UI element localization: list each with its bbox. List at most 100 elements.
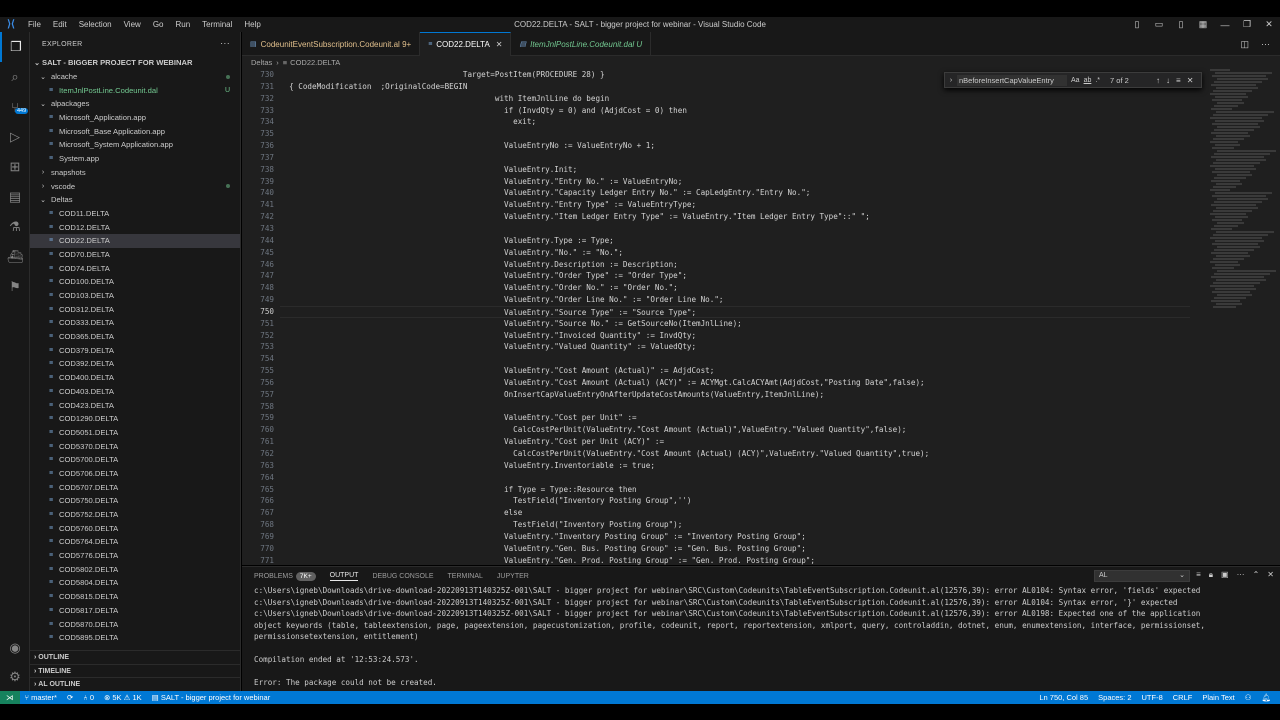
close-window-icon[interactable]: ✕ [1258, 19, 1280, 30]
breadcrumb-item[interactable]: COD22.DELTA [290, 58, 340, 67]
code-line[interactable] [280, 152, 1190, 164]
lock-scroll-icon[interactable]: 🔒︎ [1209, 570, 1213, 580]
output-channel-select[interactable]: AL ⌄ [1094, 570, 1190, 582]
minimap[interactable] [1210, 69, 1276, 565]
section-outline[interactable]: › OUTLINE [30, 650, 240, 664]
code-lines[interactable]: Target=PostItem(PROCEDURE 28) } { CodeMo… [280, 69, 1190, 565]
remote-explorer-icon[interactable]: ▤ [0, 182, 30, 212]
tree-file[interactable]: ≡ COD11.DELTA [30, 207, 240, 221]
tree-file[interactable]: ≡ COD392.DELTA [30, 357, 240, 371]
tree-folder[interactable]: ⌄ alpackages [30, 97, 240, 111]
tree-file[interactable]: ≡ Microsoft_System Application.app [30, 138, 240, 152]
menu-selection[interactable]: Selection [73, 20, 118, 29]
tree-file[interactable]: ≡ COD5817.DELTA [30, 604, 240, 618]
more-actions-icon[interactable]: ··· [220, 38, 230, 48]
maximize-panel-icon[interactable]: ⌃ [1253, 570, 1260, 580]
menu-help[interactable]: Help [238, 20, 266, 29]
code-line[interactable]: ValueEntry."Cost per Unit (ACY)" := [280, 436, 1190, 448]
toggle-panel-icon[interactable]: ▭ [1148, 19, 1170, 30]
tree-file[interactable]: ≡ COD5804.DELTA [30, 576, 240, 590]
toggle-replace-icon[interactable]: › [945, 77, 957, 84]
menu-terminal[interactable]: Terminal [196, 20, 238, 29]
more-actions-icon[interactable]: ··· [1261, 39, 1270, 49]
tree-file[interactable]: ≡ COD5764.DELTA [30, 535, 240, 549]
source-control-icon[interactable]: ⑂ 449 [0, 92, 30, 122]
close-find-icon[interactable]: ✕ [1187, 76, 1194, 85]
code-line[interactable] [280, 472, 1190, 484]
pull-request-indicator[interactable]: ⑃ 0 [78, 693, 99, 702]
project-root[interactable]: ⌄ SALT - BIGGER PROJECT FOR WEBINAR [30, 56, 240, 70]
code-line[interactable]: CalcCostPerUnit(ValueEntry."Cost Amount … [280, 424, 1190, 436]
tab-itemjnlpostline[interactable]: ▤ ItemJnlPostLine.Codeunit.dal U [511, 32, 652, 56]
code-line[interactable]: ValueEntry."Invoiced Quantity" := InvdQt… [280, 330, 1190, 342]
tree-file[interactable]: ≡ COD333.DELTA [30, 316, 240, 330]
tree-file[interactable]: ≡ COD5760.DELTA [30, 521, 240, 535]
clear-output-icon[interactable]: ≡ [1196, 570, 1201, 580]
code-line[interactable] [280, 223, 1190, 235]
branch-indicator[interactable]: ⑂ master* [20, 693, 62, 702]
project-indicator[interactable]: ▤ SALT - bigger project for webinar [147, 693, 276, 702]
code-line[interactable]: ValueEntry.Init; [280, 164, 1190, 176]
section-timeline[interactable]: › TIMELINE [30, 663, 240, 678]
code-line[interactable]: TestField("Inventory Posting Group"); [280, 519, 1190, 531]
tree-file[interactable]: ≡ COD5370.DELTA [30, 439, 240, 453]
menu-run[interactable]: Run [169, 20, 196, 29]
code-line[interactable]: ValueEntry.Inventoriable := true; [280, 460, 1190, 472]
tree-file[interactable]: ≡ COD12.DELTA [30, 220, 240, 234]
run-debug-icon[interactable]: ▷ [0, 122, 30, 152]
manage-gear-icon[interactable]: ⚙ [0, 662, 30, 692]
code-line[interactable] [280, 128, 1190, 140]
tab-cod22-delta[interactable]: ≡ COD22.DELTA ✕ [420, 32, 512, 56]
code-line[interactable]: ValueEntryNo := ValueEntryNo + 1; [280, 140, 1190, 152]
code-line[interactable] [280, 401, 1190, 413]
tree-folder[interactable]: › vscode [30, 179, 240, 193]
code-line[interactable]: ValueEntry."Entry No." := ValueEntryNo; [280, 176, 1190, 188]
restore-icon[interactable]: ❐ [1236, 19, 1258, 30]
tree-file[interactable]: ≡ System.app [30, 152, 240, 166]
section-al-outline[interactable]: › AL OUTLINE [30, 677, 240, 691]
tree-file[interactable]: ≡ COD5707.DELTA [30, 480, 240, 494]
tree-file[interactable]: ≡ COD5802.DELTA [30, 562, 240, 576]
code-line[interactable]: ValueEntry.Description := Description; [280, 259, 1190, 271]
code-line[interactable]: ValueEntry."No." := "No."; [280, 247, 1190, 259]
tree-file[interactable]: ≡ COD100.DELTA [30, 275, 240, 289]
extensions-icon[interactable]: ⊞ [0, 152, 30, 182]
code-line[interactable]: ValueEntry."Order No." := "Order No."; [280, 282, 1190, 294]
tree-file[interactable]: ≡ COD365.DELTA [30, 330, 240, 344]
code-line[interactable]: else [280, 507, 1190, 519]
search-icon[interactable]: ⌕ [0, 62, 30, 92]
panel-tab-debug-console[interactable]: DEBUG CONSOLE [372, 573, 433, 580]
breadcrumb-item[interactable]: Deltas [251, 58, 272, 67]
cursor-position[interactable]: Ln 750, Col 85 [1034, 693, 1093, 702]
code-line[interactable]: ValueEntry.Type := Type; [280, 235, 1190, 247]
copilot-icon[interactable]: ⚇ [1240, 693, 1257, 702]
sync-icon[interactable]: ⟳ [62, 693, 78, 702]
code-line[interactable]: ValueEntry."Gen. Prod. Posting Group" :=… [280, 555, 1190, 565]
tree-file[interactable]: ≡ COD312.DELTA [30, 302, 240, 316]
code-line[interactable]: ValueEntry."Item Ledger Entry Type" := V… [280, 211, 1190, 223]
next-match-icon[interactable]: ↓ [1166, 76, 1170, 85]
tree-file[interactable]: ≡ Microsoft_Base Application.app [30, 124, 240, 138]
tree-folder[interactable]: ⌄ Deltas [30, 193, 240, 207]
code-line[interactable]: ValueEntry."Order Type" := "Order Type"; [280, 270, 1190, 282]
docker-icon[interactable]: ⛴ [0, 242, 30, 272]
code-line[interactable]: CalcCostPerUnit(ValueEntry."Cost Amount … [280, 448, 1190, 460]
customize-layout-icon[interactable]: ▦ [1192, 19, 1214, 30]
code-line[interactable]: ValueEntry."Inventory Posting Group" := … [280, 531, 1190, 543]
explorer-icon[interactable]: ❐ [0, 32, 30, 62]
code-line[interactable]: with ItemJnlLine do begin [280, 93, 1190, 105]
accounts-icon[interactable]: ◉ [0, 633, 30, 663]
problems-indicator[interactable]: ⊗ 5K ⚠ 1K [99, 693, 147, 702]
code-line[interactable]: ValueEntry."Entry Type" := ValueEntryTyp… [280, 199, 1190, 211]
tree-file[interactable]: ≡ COD74.DELTA [30, 261, 240, 275]
tree-file[interactable]: ≡ COD403.DELTA [30, 385, 240, 399]
tree-file[interactable]: ≡ COD5051.DELTA [30, 426, 240, 440]
language-mode[interactable]: Plain Text [1197, 693, 1239, 702]
open-in-editor-icon[interactable]: ▣ [1221, 570, 1229, 580]
tree-file[interactable]: ≡ COD5870.DELTA [30, 617, 240, 631]
code-line[interactable]: ValueEntry."Gen. Bus. Posting Group" := … [280, 543, 1190, 555]
tree-file[interactable]: ≡ COD5706.DELTA [30, 467, 240, 481]
indentation[interactable]: Spaces: 2 [1093, 693, 1136, 702]
code-line[interactable]: ValueEntry."Source Type" := "Source Type… [280, 305, 1190, 318]
notifications-bell-icon[interactable]: 🔔︎ [1256, 693, 1276, 702]
